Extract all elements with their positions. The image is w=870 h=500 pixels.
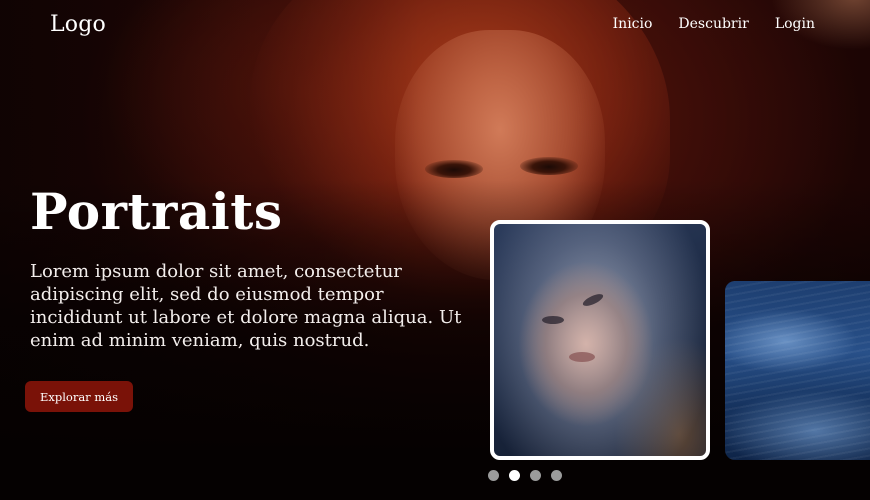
portrait-lips xyxy=(569,352,595,362)
main-nav: Inicio Descubrir Login xyxy=(613,16,815,32)
carousel-dot-4[interactable] xyxy=(551,470,562,481)
nav-link-inicio[interactable]: Inicio xyxy=(613,16,653,32)
hero-background-eye xyxy=(425,160,483,178)
carousel-pagination xyxy=(488,470,562,481)
hero-title: Portraits xyxy=(30,182,283,241)
carousel-card-next[interactable] xyxy=(725,281,870,460)
hero-background-eye xyxy=(520,157,578,175)
portrait-eye xyxy=(581,291,605,309)
portrait-eye xyxy=(542,316,564,324)
explore-more-button[interactable]: Explorar más xyxy=(25,381,133,412)
hero-description: Lorem ipsum dolor sit amet, consectetur … xyxy=(30,261,462,351)
nav-link-login[interactable]: Login xyxy=(775,16,815,32)
logo[interactable]: Logo xyxy=(50,12,106,37)
carousel-dot-2[interactable] xyxy=(509,470,520,481)
carousel-dot-1[interactable] xyxy=(488,470,499,481)
nav-link-descubrir[interactable]: Descubrir xyxy=(678,16,748,32)
carousel-dot-3[interactable] xyxy=(530,470,541,481)
carousel-card-active[interactable] xyxy=(490,220,710,460)
